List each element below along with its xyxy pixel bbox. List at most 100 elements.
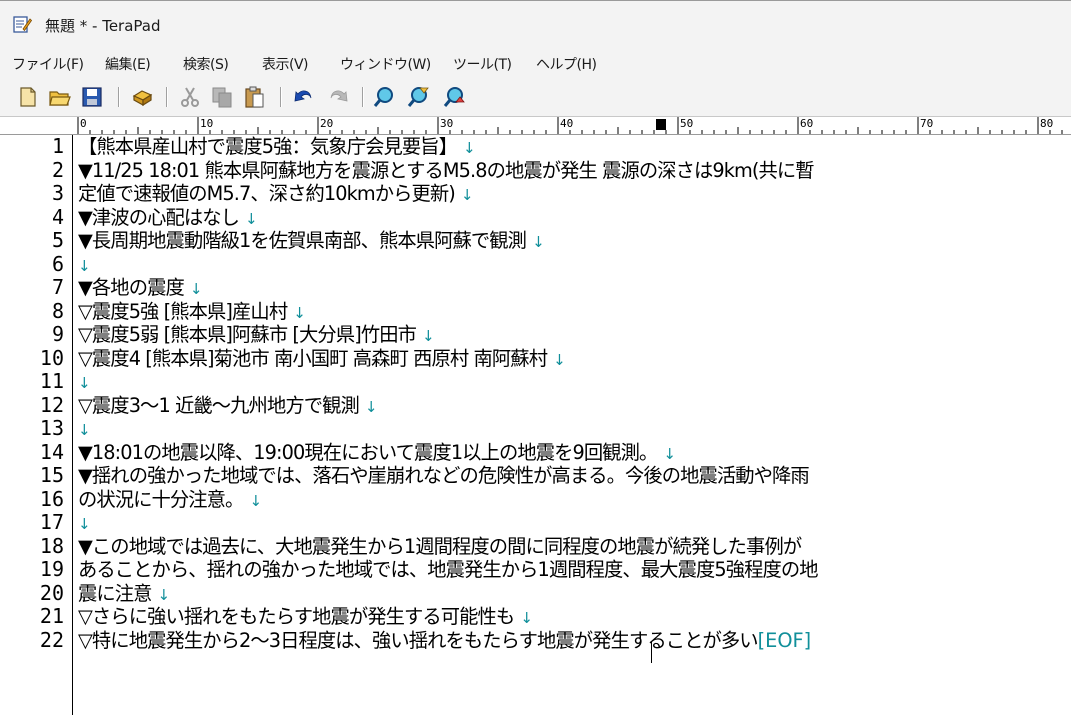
- text-line[interactable]: 定値で速報値のM5.7、深さ約10kmから更新) ↓: [78, 182, 474, 206]
- newline-marker: ↓: [78, 515, 91, 533]
- menu-file[interactable]: ファイル(F): [12, 54, 84, 74]
- undo-icon[interactable]: [292, 85, 316, 109]
- text-line[interactable]: ▽さらに強い揺れをもたらす地震が発生する可能性も ↓: [78, 605, 533, 629]
- newline-marker: ↓: [421, 327, 435, 345]
- cut-icon[interactable]: [178, 85, 202, 109]
- line-number: 14: [39, 439, 64, 464]
- save-icon[interactable]: [80, 85, 104, 109]
- line-number: 8: [51, 298, 64, 323]
- window-title: 無題 * - TeraPad: [45, 17, 161, 35]
- line-number: 13: [39, 416, 64, 440]
- line-number: 15: [39, 463, 64, 487]
- text-line[interactable]: ▽震度4 [熊本県]菊池市 南小国町 高森町 西原村 南阿蘇村 ↓: [78, 347, 566, 371]
- newline-marker: ↓: [460, 186, 474, 204]
- line-number: 16: [39, 486, 64, 511]
- text-line[interactable]: ▼各地の震度 ↓: [78, 276, 202, 300]
- paste-icon[interactable]: [242, 85, 266, 109]
- text-editor[interactable]: 1 【熊本県産山村で震度5強：気象庁会見要旨】 ↓ 2 ▼11/25 18:01 熊本県…: [0, 134, 1071, 715]
- ruler-caret-marker: [656, 119, 666, 130]
- find-icon[interactable]: [372, 85, 396, 109]
- terapad-app-icon: [13, 16, 32, 33]
- line-number: 20: [39, 580, 64, 605]
- text-line[interactable]: ▽震度5強 [熊本県]産山村 ↓: [78, 300, 306, 324]
- text-line[interactable]: ▼津波の心配はなし ↓: [78, 206, 258, 230]
- newline-marker: ↓: [78, 256, 91, 275]
- text-line[interactable]: ▼18:01の地震以降、19:00現在において震度1以上の地震を9回観測。 ↓: [78, 441, 676, 465]
- title-bar: 無題 * - TeraPad: [0, 0, 1071, 49]
- newline-marker: ↓: [157, 585, 171, 604]
- text-line-content: ▽震度5強 [熊本県]産山村: [78, 299, 288, 323]
- line-number: 7: [51, 275, 64, 299]
- newline-marker: ↓: [532, 233, 545, 251]
- text-line[interactable]: 震に注意 ↓: [78, 582, 170, 606]
- menu-search[interactable]: 検索(S): [183, 54, 229, 74]
- text-line-content: の状況に十分注意。: [78, 487, 244, 511]
- print-icon[interactable]: [130, 85, 154, 109]
- text-line[interactable]: ▼11/25 18:01 熊本県阿蘇地方を震源とするM5.8の地震が発生 震源の…: [78, 158, 815, 183]
- newline-marker: ↓: [244, 209, 258, 228]
- ruler-mark: 80: [1040, 117, 1054, 130]
- redo-icon[interactable]: [326, 85, 350, 109]
- text-line[interactable]: ▽特に地震発生から2～3日程度は、強い揺れをもたらす地震が発生することが多い[E…: [78, 629, 811, 653]
- line-number: 12: [39, 392, 64, 417]
- line-number: 11: [39, 369, 64, 393]
- ruler-mark: 0: [80, 117, 87, 130]
- copy-icon[interactable]: [210, 85, 234, 109]
- ruler-mark: 70: [920, 117, 934, 130]
- newline-marker: ↓: [293, 303, 306, 322]
- line-number: 6: [51, 251, 64, 276]
- line-number: 3: [51, 181, 64, 205]
- newline-marker: ↓: [78, 421, 91, 439]
- text-line-content: ▼長周期地震動階級1を佐賀県南部、熊本県阿蘇で観測: [78, 229, 527, 252]
- open-folder-icon[interactable]: [48, 85, 72, 109]
- text-line-content: ▽震度5弱 [熊本県]阿蘇市 [大分県]竹田市: [78, 323, 417, 346]
- ruler-mark: 30: [440, 117, 454, 130]
- toolbar-separator: [118, 87, 120, 107]
- menu-tools[interactable]: ツール(T): [453, 54, 512, 74]
- newline-marker: ↓: [663, 444, 676, 463]
- ruler-mark: 40: [560, 117, 574, 130]
- ruler-ticks: [77, 117, 1063, 134]
- newline-marker: ↓: [364, 397, 378, 416]
- text-line[interactable]: ▽震度5弱 [熊本県]阿蘇市 [大分県]竹田市 ↓: [78, 323, 435, 347]
- text-line[interactable]: ↓: [78, 253, 91, 277]
- text-line-content: ▼津波の心配はなし: [78, 205, 240, 229]
- text-line[interactable]: ▼揺れの強かった地域では、落石や崖崩れなどの危険性が高まる。今後の地震活動や降雨: [78, 464, 810, 488]
- text-line[interactable]: の状況に十分注意。 ↓: [78, 488, 262, 512]
- line-number: 2: [51, 157, 64, 182]
- text-line-content: ▽震度3～1 近畿～九州地方で観測: [78, 393, 360, 417]
- line-number: 19: [39, 557, 64, 581]
- text-line[interactable]: ↓: [78, 370, 91, 394]
- text-line[interactable]: あることから、揺れの強かった地域では、地震発生から1週間程度、最大震度5強程度の…: [78, 558, 819, 582]
- text-line[interactable]: ↓: [78, 417, 91, 441]
- text-line-content: ▼18:01の地震以降、19:00現在において震度1以上の地震を9回観測。: [78, 440, 658, 464]
- text-line-content: ▼揺れの強かった地域では、落石や崖崩れなどの危険性が高まる。今後の地震活動や降雨: [78, 464, 810, 487]
- text-line-content: ▼この地域では過去に、大地震発生から1週間程度の間に同程度の地震が続発した事例が: [78, 534, 802, 558]
- toolbar-separator: [362, 87, 364, 107]
- column-ruler: 0 10 20 30 40 50 60 70 80: [0, 117, 1071, 135]
- text-line[interactable]: ▼長周期地震動階級1を佐賀県南部、熊本県阿蘇で観測 ↓: [78, 229, 545, 253]
- text-line[interactable]: ↓: [78, 511, 91, 535]
- text-line-content: ▼11/25 18:01 熊本県阿蘇地方を震源とするM5.8の地震が発生 震源の…: [78, 158, 815, 182]
- text-line[interactable]: ▽震度3～1 近畿～九州地方で観測 ↓: [78, 394, 377, 418]
- newline-marker: ↓: [249, 491, 263, 510]
- line-number: 10: [39, 345, 64, 370]
- text-line-content: ▽さらに強い揺れをもたらす地震が発生する可能性も: [78, 605, 515, 628]
- new-file-icon[interactable]: [16, 85, 40, 109]
- text-line-content: ▽震度4 [熊本県]菊池市 南小国町 高森町 西原村 南阿蘇村: [78, 346, 548, 370]
- menu-help[interactable]: ヘルプ(H): [536, 54, 597, 74]
- newline-marker: ↓: [553, 350, 566, 369]
- newline-marker: ↓: [463, 139, 476, 157]
- ruler-mark: 10: [200, 117, 214, 130]
- menu-window[interactable]: ウィンドウ(W): [340, 54, 431, 74]
- text-line[interactable]: ▼この地域では過去に、大地震発生から1週間程度の間に同程度の地震が続発した事例が: [78, 534, 802, 559]
- text-line[interactable]: 【熊本県産山村で震度5強：気象庁会見要旨】 ↓: [78, 135, 476, 159]
- ruler-mark: 60: [800, 117, 814, 130]
- text-line-content: 定値で速報値のM5.7、深さ約10kmから更新): [78, 182, 456, 205]
- menu-edit[interactable]: 編集(E): [105, 54, 151, 74]
- menu-bar: ファイル(F) 編集(E) 検索(S) 表示(V) ウィンドウ(W) ツール(T…: [0, 48, 1071, 78]
- find-prev-icon[interactable]: [442, 85, 466, 109]
- menu-view[interactable]: 表示(V): [262, 54, 309, 74]
- find-next-icon[interactable]: [406, 85, 430, 109]
- text-line-content: 【熊本県産山村で震度5強：気象庁会見要旨】: [78, 135, 458, 158]
